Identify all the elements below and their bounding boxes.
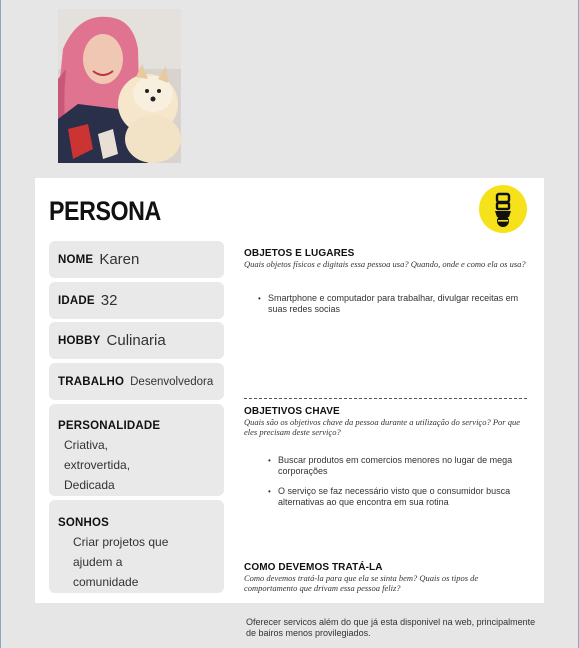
section-question: Como devemos tratá-la para que ela se si… — [244, 573, 479, 593]
field-label: HOBBY — [58, 334, 101, 347]
field-hobby: HOBBY Culinaria — [49, 322, 224, 359]
field-value: Desenvolvedora — [130, 375, 214, 388]
field-sonhos: SONHOS Criar projetos que ajudem a comun… — [49, 500, 224, 593]
field-label: PERSONALIDADE — [58, 420, 161, 432]
section-heading: OBJETIVOS CHAVE — [244, 406, 340, 417]
field-personalidade: PERSONALIDADE Criativa, extrovertida, De… — [49, 404, 224, 496]
section-heading: COMO DEVEMOS TRATÁ-LA — [244, 562, 383, 573]
field-nome: NOME Karen — [49, 241, 224, 278]
field-value-line: Dedicada — [64, 478, 115, 492]
persona-card: PERSONA NOME Karen IDADE 32 HOBBY Culina… — [35, 178, 544, 603]
profile-photo — [58, 9, 181, 163]
section-question: Quais objetos físicos e digitais essa pe… — [244, 259, 526, 269]
list-item: O serviço se faz necessário visto que o … — [268, 486, 529, 508]
field-value-line: comunidade — [73, 575, 139, 589]
section-objetivos-chave: OBJETIVOS CHAVE Quais são os objetivos c… — [244, 406, 529, 517]
section-list: Smartphone e computador para trabalhar, … — [244, 293, 529, 315]
field-label: SONHOS — [58, 517, 110, 529]
window-border-left — [0, 0, 1, 648]
field-value-line: ajudem a — [73, 555, 123, 569]
section-objetos-lugares: OBJETOS E LUGARES Quais objetos físicos … — [244, 248, 529, 324]
field-value: Culinaria — [106, 332, 166, 349]
field-value-line: Criar projetos que — [73, 535, 169, 549]
field-value: 32 — [100, 292, 118, 309]
section-question: Quais são os objetivos chave da pessoa d… — [244, 417, 520, 437]
como-tratar-answer: Oferecer servicos além do que já esta di… — [246, 617, 536, 638]
page-title: PERSONA — [49, 196, 161, 226]
section-divider — [244, 398, 527, 399]
list-item: Smartphone e computador para trabalhar, … — [258, 293, 529, 315]
field-label: NOME — [58, 253, 94, 266]
list-item: Buscar produtos em comercios menores no … — [268, 455, 529, 477]
field-label: TRABALHO — [58, 375, 125, 388]
field-label: IDADE — [58, 294, 95, 307]
section-heading: OBJETOS E LUGARES — [244, 248, 355, 259]
field-value-line: extrovertida, — [64, 458, 131, 472]
section-list: Buscar produtos em comercios menores no … — [244, 455, 529, 508]
field-trabalho: TRABALHO Desenvolvedora — [49, 363, 224, 400]
field-value-line: Criativa, — [64, 438, 109, 452]
field-value: Karen — [99, 251, 140, 268]
field-idade: IDADE 32 — [49, 282, 224, 319]
badge-logo-icon — [479, 185, 527, 233]
section-como-tratar: COMO DEVEMOS TRATÁ-LA Como devemos tratá… — [244, 562, 529, 593]
